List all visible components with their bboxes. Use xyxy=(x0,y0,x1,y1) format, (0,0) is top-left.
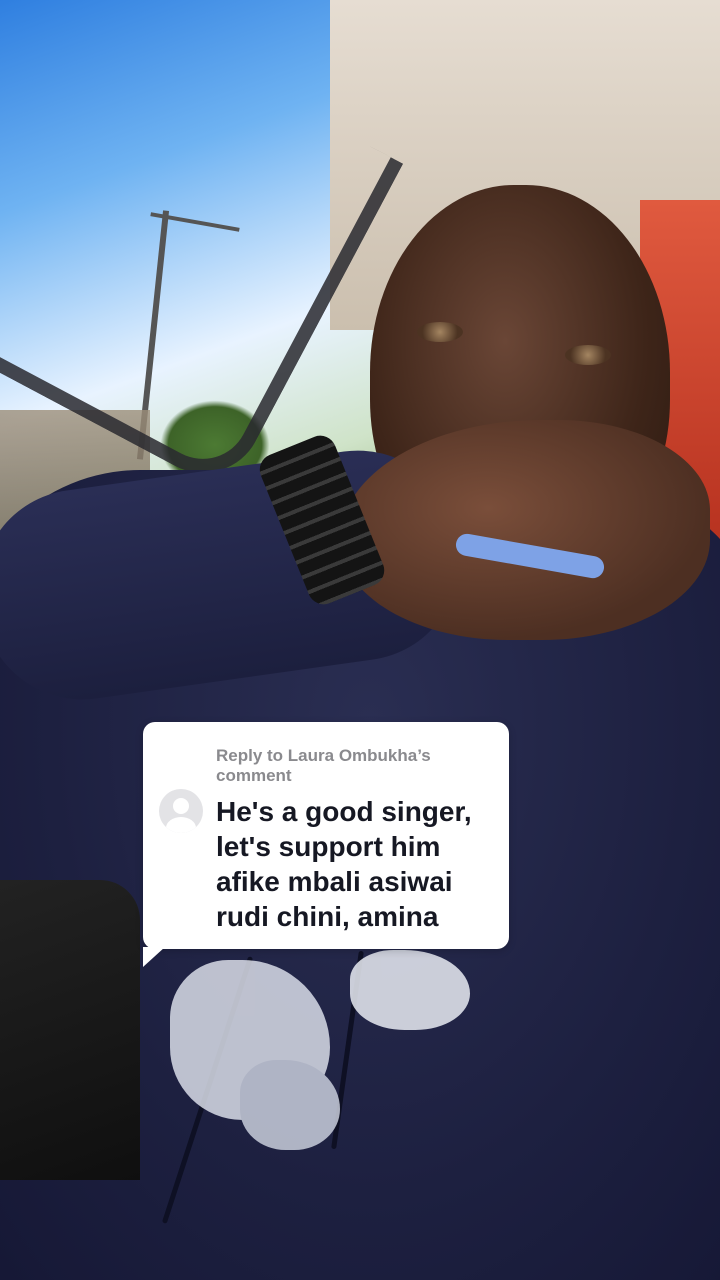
avatar-body-shape xyxy=(166,817,196,833)
reply-comment-sticker[interactable]: Reply to Laura Ombukha’s comment He's a … xyxy=(143,722,509,967)
car-door xyxy=(0,880,140,1180)
reply-header: Reply to Laura Ombukha’s comment xyxy=(216,746,496,786)
video-frame[interactable]: Reply to Laura Ombukha’s comment He's a … xyxy=(0,0,720,1280)
reply-prefix: Reply to xyxy=(216,746,284,765)
left-eye xyxy=(417,322,463,342)
hoodie-print-graphic xyxy=(130,940,560,1170)
comment-text: He's a good singer, let's support him af… xyxy=(216,796,472,932)
right-eye xyxy=(565,345,611,365)
avatar-head-shape xyxy=(173,798,189,814)
print-shape xyxy=(350,950,470,1030)
commenter-avatar-icon xyxy=(159,789,203,833)
reply-suffix: comment xyxy=(216,766,292,785)
reply-commenter-name: Laura Ombukha’s xyxy=(287,746,431,765)
